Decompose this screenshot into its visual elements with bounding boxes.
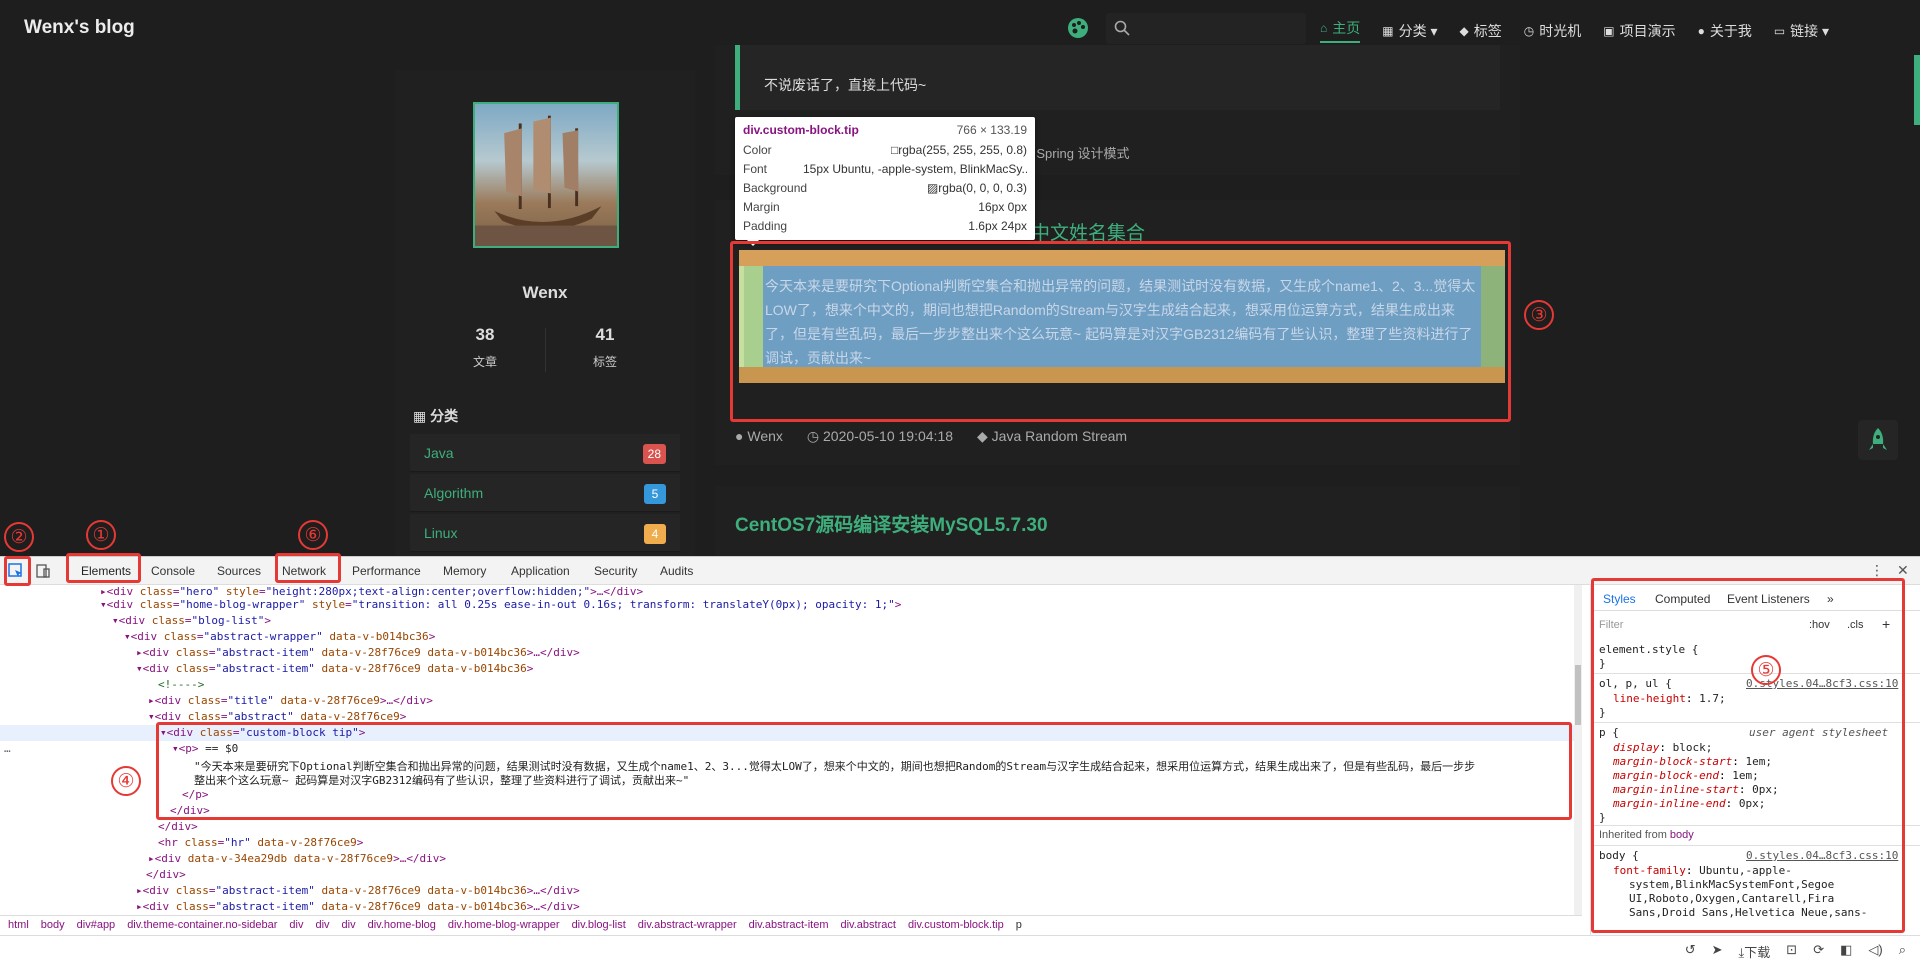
- elements-scrollbar[interactable]: [1574, 585, 1582, 915]
- count-badge: 4: [644, 524, 666, 544]
- link-icon: ▭: [1773, 23, 1786, 38]
- profile-name: Wenx: [522, 283, 568, 302]
- annotation-box-elements: [66, 553, 141, 583]
- articles-stat[interactable]: 38 文章: [425, 325, 545, 370]
- statusbar-icons: ↺ ➤ ⤓下载 ⊡ ⟳ ◧ ◁) ⌕: [1685, 942, 1906, 961]
- category-item-algorithm[interactable]: Algorithm 5: [410, 474, 680, 512]
- breadcrumb-item[interactable]: div: [289, 919, 303, 932]
- user-icon: ●: [735, 428, 748, 444]
- breadcrumb-item[interactable]: div.abstract-item: [749, 919, 829, 932]
- breadcrumb-item[interactable]: div: [315, 919, 329, 932]
- breadcrumb-item[interactable]: div.abstract: [841, 919, 896, 932]
- grid-icon: ▦: [1382, 23, 1394, 38]
- nav-item-timeline[interactable]: ◷ 时光机: [1524, 18, 1581, 43]
- breadcrumb: html body div#app div.theme-container.no…: [0, 915, 1582, 935]
- back-to-top-button[interactable]: [1858, 420, 1898, 460]
- capture-icon[interactable]: ⊡: [1786, 942, 1797, 961]
- device-toggle-icon[interactable]: [34, 562, 52, 580]
- tip-block: 不说废话了，直接上代码~: [735, 45, 1500, 110]
- breadcrumb-item[interactable]: div.custom-block.tip: [908, 919, 1004, 932]
- clock-icon: ◷: [1523, 23, 1535, 38]
- count-badge: 28: [642, 444, 666, 464]
- nav-item-links[interactable]: ▭ 链接 ▾: [1774, 18, 1829, 43]
- video-icon: ▣: [1603, 23, 1615, 38]
- breadcrumb-item[interactable]: div.abstract-wrapper: [638, 919, 737, 932]
- breadcrumb-item[interactable]: div: [342, 919, 356, 932]
- history-icon[interactable]: ↺: [1685, 942, 1696, 961]
- tags-stat[interactable]: 41 标签: [545, 325, 665, 370]
- rocket-icon: [1869, 428, 1887, 450]
- scroll-indicator: [1914, 55, 1920, 125]
- annotation-5: ⑤: [1751, 655, 1781, 685]
- tab-application[interactable]: Application: [511, 564, 570, 578]
- site-brand[interactable]: Wenx's blog: [24, 17, 135, 39]
- tag-icon: ◆: [977, 428, 992, 444]
- annotation-2: ②: [4, 522, 34, 552]
- post-title[interactable]: CentOS7源码编译安装MySQL5.7.30: [735, 510, 1048, 537]
- count-badge: 5: [644, 484, 666, 504]
- annotation-box-styles: [1591, 578, 1905, 933]
- grid-icon: ▦: [413, 408, 431, 424]
- author: ● Wenx: [735, 428, 783, 444]
- annotation-box-highlight: [730, 241, 1511, 422]
- breadcrumb-item[interactable]: div.home-blog: [368, 919, 436, 932]
- annotation-4: ④: [111, 766, 141, 796]
- category-item-linux[interactable]: Linux 4: [410, 514, 680, 552]
- download-button[interactable]: ⤓下载: [1739, 942, 1771, 961]
- post-tags[interactable]: va Spring 设计模式: [1019, 143, 1130, 162]
- palette-icon[interactable]: [1067, 17, 1089, 39]
- breadcrumb-item[interactable]: div#app: [77, 919, 116, 932]
- annotation-1: ①: [86, 520, 116, 550]
- breadcrumb-item[interactable]: p: [1016, 919, 1022, 932]
- volume-icon[interactable]: ◁): [1868, 942, 1882, 961]
- search-input[interactable]: [1106, 13, 1306, 44]
- breadcrumb-item[interactable]: html: [8, 919, 29, 932]
- annotation-3: ③: [1524, 300, 1554, 330]
- breadcrumb-item[interactable]: body: [41, 919, 65, 932]
- breadcrumb-item[interactable]: div.theme-container.no-sidebar: [127, 919, 277, 932]
- nav-item-about[interactable]: ● 关于我: [1698, 18, 1752, 43]
- post-card: CentOS7源码编译安装MySQL5.7.30: [715, 486, 1520, 556]
- post-meta: ● Wenx ◷ 2020-05-10 19:04:18 ◆ Java Rand…: [735, 428, 1127, 445]
- nav-item-home[interactable]: ⌂ 主页: [1320, 18, 1361, 43]
- home-icon: ⌂: [1320, 21, 1328, 35]
- breadcrumb-item[interactable]: div.blog-list: [572, 919, 626, 932]
- tab-console[interactable]: Console: [151, 564, 195, 578]
- date: ◷ 2020-05-10 19:04:18: [806, 428, 954, 444]
- annotation-box-node: [156, 722, 1572, 820]
- inspect-tooltip: div.custom-block.tip 766 × 133.19 Color □r…: [735, 117, 1035, 246]
- tab-security[interactable]: Security: [594, 564, 637, 578]
- tab-sources[interactable]: Sources: [217, 564, 261, 578]
- nav-menu: ⌂ 主页 ▦ 分类 ▾ ◆ 标签 ◷ 时光机 ▣ 项目演示 ● 关于我 ▭ 链接 ▾: [1320, 18, 1829, 43]
- close-icon[interactable]: ✕: [1897, 562, 1909, 579]
- tag-icon: ◆: [1459, 23, 1469, 38]
- profile-card: Wenx 38 文章 41 标签 ▦ 分类 Java 28 Algorithm …: [395, 70, 695, 556]
- category-item-java[interactable]: Java 28: [410, 434, 680, 472]
- refresh-icon[interactable]: ⟳: [1813, 942, 1824, 961]
- breadcrumb-item[interactable]: div.home-blog-wrapper: [448, 919, 560, 932]
- send-icon[interactable]: ➤: [1712, 942, 1723, 961]
- more-options-icon[interactable]: ⋮: [1870, 562, 1884, 579]
- annotation-box-network: [275, 553, 341, 583]
- zoom-icon[interactable]: ⌕: [1899, 942, 1906, 961]
- ship-image: [475, 115, 617, 246]
- nav-item-tags[interactable]: ◆ 标签: [1460, 18, 1502, 43]
- tags[interactable]: ◆ Java Random Stream: [977, 428, 1127, 445]
- tab-performance[interactable]: Performance: [352, 564, 421, 578]
- nav-item-category[interactable]: ▦ 分类 ▾: [1382, 18, 1437, 43]
- category-title: ▦ 分类: [413, 408, 459, 424]
- browser-statusbar: ↺ ➤ ⤓下载 ⊡ ⟳ ◧ ◁) ⌕: [0, 935, 1920, 964]
- tab-audits[interactable]: Audits: [660, 564, 693, 578]
- annotation-box-inspect: [4, 556, 31, 586]
- clock-icon: ◷: [806, 428, 824, 444]
- avatar: [473, 102, 619, 248]
- window-icon[interactable]: ◧: [1840, 942, 1852, 961]
- nav-item-projects[interactable]: ▣ 项目演示: [1603, 18, 1675, 43]
- search-icon: [1114, 20, 1130, 36]
- tab-memory[interactable]: Memory: [443, 564, 486, 578]
- user-icon: ●: [1697, 23, 1705, 38]
- annotation-6: ⑥: [298, 520, 328, 550]
